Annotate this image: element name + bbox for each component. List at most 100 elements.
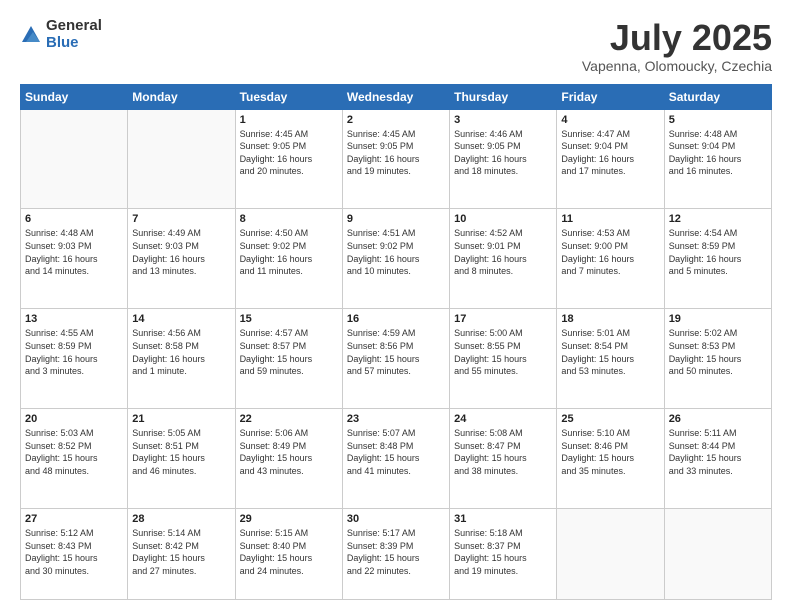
calendar-cell: 18 Sunrise: 5:01 AM Sunset: 8:54 PM Dayli… (557, 309, 664, 409)
cell-day-number: 4 (561, 114, 659, 126)
calendar-cell: 26 Sunrise: 5:11 AM Sunset: 8:44 PM Dayli… (664, 409, 771, 509)
cell-info: Sunrise: 5:03 AM Sunset: 8:52 PM Dayligh… (25, 427, 123, 477)
cell-info: Sunrise: 4:49 AM Sunset: 9:03 PM Dayligh… (132, 227, 230, 277)
calendar-cell: 31 Sunrise: 5:18 AM Sunset: 8:37 PM Dayli… (450, 509, 557, 600)
calendar-cell: 27 Sunrise: 5:12 AM Sunset: 8:43 PM Dayli… (21, 509, 128, 600)
cell-info: Sunrise: 4:48 AM Sunset: 9:04 PM Dayligh… (669, 128, 767, 178)
cell-day-number: 5 (669, 114, 767, 126)
cell-day-number: 28 (132, 513, 230, 525)
cell-day-number: 8 (240, 213, 338, 225)
cell-info: Sunrise: 5:14 AM Sunset: 8:42 PM Dayligh… (132, 527, 230, 577)
cell-day-number: 20 (25, 413, 123, 425)
cell-info: Sunrise: 4:51 AM Sunset: 9:02 PM Dayligh… (347, 227, 445, 277)
cell-info: Sunrise: 5:12 AM Sunset: 8:43 PM Dayligh… (25, 527, 123, 577)
cell-day-number: 17 (454, 313, 552, 325)
calendar-table: SundayMondayTuesdayWednesdayThursdayFrid… (20, 84, 772, 600)
cell-info: Sunrise: 4:57 AM Sunset: 8:57 PM Dayligh… (240, 327, 338, 377)
cell-day-number: 21 (132, 413, 230, 425)
cell-info: Sunrise: 4:50 AM Sunset: 9:02 PM Dayligh… (240, 227, 338, 277)
header: General Blue July 2025 Vapenna, Olomouck… (20, 18, 772, 74)
weekday-header-monday: Monday (128, 84, 235, 109)
calendar-cell: 28 Sunrise: 5:14 AM Sunset: 8:42 PM Dayli… (128, 509, 235, 600)
calendar-cell: 10 Sunrise: 4:52 AM Sunset: 9:01 PM Dayli… (450, 209, 557, 309)
cell-day-number: 29 (240, 513, 338, 525)
calendar-cell: 20 Sunrise: 5:03 AM Sunset: 8:52 PM Dayli… (21, 409, 128, 509)
calendar-cell: 3 Sunrise: 4:46 AM Sunset: 9:05 PM Daylig… (450, 109, 557, 209)
cell-day-number: 15 (240, 313, 338, 325)
cell-info: Sunrise: 4:52 AM Sunset: 9:01 PM Dayligh… (454, 227, 552, 277)
cell-info: Sunrise: 4:46 AM Sunset: 9:05 PM Dayligh… (454, 128, 552, 178)
calendar-cell: 15 Sunrise: 4:57 AM Sunset: 8:57 PM Dayli… (235, 309, 342, 409)
calendar-cell: 16Sunrise: 4:59 AM Sunset: 8:56 PM Dayli… (342, 309, 449, 409)
calendar-cell (664, 509, 771, 600)
calendar-cell: 22 Sunrise: 5:06 AM Sunset: 8:49 PM Dayli… (235, 409, 342, 509)
cell-day-number: 25 (561, 413, 659, 425)
cell-day-number: 16 (347, 313, 445, 325)
cell-info: Sunrise: 5:05 AM Sunset: 8:51 PM Dayligh… (132, 427, 230, 477)
cell-day-number: 2 (347, 114, 445, 126)
location-subtitle: Vapenna, Olomoucky, Czechia (582, 58, 772, 74)
cell-info: Sunrise: 5:15 AM Sunset: 8:40 PM Dayligh… (240, 527, 338, 577)
cell-info: Sunrise: 5:07 AM Sunset: 8:48 PM Dayligh… (347, 427, 445, 477)
cell-info: Sunrise: 5:08 AM Sunset: 8:47 PM Dayligh… (454, 427, 552, 477)
cell-info: Sunrise: 5:10 AM Sunset: 8:46 PM Dayligh… (561, 427, 659, 477)
cell-day-number: 11 (561, 213, 659, 225)
weekday-header-saturday: Saturday (664, 84, 771, 109)
calendar-cell: 11Sunrise: 4:53 AM Sunset: 9:00 PM Dayli… (557, 209, 664, 309)
cell-info: Sunrise: 5:01 AM Sunset: 8:54 PM Dayligh… (561, 327, 659, 377)
weekday-header-sunday: Sunday (21, 84, 128, 109)
calendar-cell: 21 Sunrise: 5:05 AM Sunset: 8:51 PM Dayli… (128, 409, 235, 509)
cell-info: Sunrise: 4:54 AM Sunset: 8:59 PM Dayligh… (669, 227, 767, 277)
cell-info: Sunrise: 5:18 AM Sunset: 8:37 PM Dayligh… (454, 527, 552, 577)
title-block: July 2025 Vapenna, Olomoucky, Czechia (582, 18, 772, 74)
weekday-header-friday: Friday (557, 84, 664, 109)
cell-info: Sunrise: 5:00 AM Sunset: 8:55 PM Dayligh… (454, 327, 552, 377)
logo-blue: Blue (46, 35, 102, 52)
cell-info: Sunrise: 4:48 AM Sunset: 9:03 PM Dayligh… (25, 227, 123, 277)
cell-info: Sunrise: 4:55 AM Sunset: 8:59 PM Dayligh… (25, 327, 123, 377)
cell-info: Sunrise: 4:45 AM Sunset: 9:05 PM Dayligh… (240, 128, 338, 178)
calendar-cell: 4 Sunrise: 4:47 AM Sunset: 9:04 PM Daylig… (557, 109, 664, 209)
calendar-cell: 25 Sunrise: 5:10 AM Sunset: 8:46 PM Dayli… (557, 409, 664, 509)
cell-day-number: 22 (240, 413, 338, 425)
cell-day-number: 12 (669, 213, 767, 225)
cell-info: Sunrise: 5:06 AM Sunset: 8:49 PM Dayligh… (240, 427, 338, 477)
weekday-header-tuesday: Tuesday (235, 84, 342, 109)
cell-day-number: 26 (669, 413, 767, 425)
cell-day-number: 30 (347, 513, 445, 525)
calendar-cell (557, 509, 664, 600)
logo-icon (20, 24, 42, 46)
cell-day-number: 31 (454, 513, 552, 525)
calendar-cell: 2 Sunrise: 4:45 AM Sunset: 9:05 PM Daylig… (342, 109, 449, 209)
calendar-cell: 17 Sunrise: 5:00 AM Sunset: 8:55 PM Dayli… (450, 309, 557, 409)
month-title: July 2025 (582, 18, 772, 58)
calendar-cell: 6 Sunrise: 4:48 AM Sunset: 9:03 PM Daylig… (21, 209, 128, 309)
cell-day-number: 10 (454, 213, 552, 225)
calendar-cell: 24 Sunrise: 5:08 AM Sunset: 8:47 PM Dayli… (450, 409, 557, 509)
cell-day-number: 23 (347, 413, 445, 425)
cell-info: Sunrise: 5:11 AM Sunset: 8:44 PM Dayligh… (669, 427, 767, 477)
cell-day-number: 18 (561, 313, 659, 325)
cell-info: Sunrise: 4:45 AM Sunset: 9:05 PM Dayligh… (347, 128, 445, 178)
calendar-cell (21, 109, 128, 209)
cell-day-number: 27 (25, 513, 123, 525)
weekday-header-wednesday: Wednesday (342, 84, 449, 109)
calendar-cell: 23 Sunrise: 5:07 AM Sunset: 8:48 PM Dayli… (342, 409, 449, 509)
calendar-cell: 9Sunrise: 4:51 AM Sunset: 9:02 PM Daylig… (342, 209, 449, 309)
calendar-cell: 8 Sunrise: 4:50 AM Sunset: 9:02 PM Daylig… (235, 209, 342, 309)
calendar-cell (128, 109, 235, 209)
cell-day-number: 7 (132, 213, 230, 225)
weekday-header-thursday: Thursday (450, 84, 557, 109)
cell-day-number: 24 (454, 413, 552, 425)
calendar-cell: 30 Sunrise: 5:17 AM Sunset: 8:39 PM Dayli… (342, 509, 449, 600)
cell-day-number: 13 (25, 313, 123, 325)
cell-info: Sunrise: 5:17 AM Sunset: 8:39 PM Dayligh… (347, 527, 445, 577)
cell-day-number: 14 (132, 313, 230, 325)
cell-day-number: 6 (25, 213, 123, 225)
cell-day-number: 3 (454, 114, 552, 126)
cell-info: Sunrise: 4:47 AM Sunset: 9:04 PM Dayligh… (561, 128, 659, 178)
cell-info: Sunrise: 4:56 AM Sunset: 8:58 PM Dayligh… (132, 327, 230, 377)
calendar-cell: 19Sunrise: 5:02 AM Sunset: 8:53 PM Dayli… (664, 309, 771, 409)
logo: General Blue (20, 18, 102, 51)
calendar-cell: 29 Sunrise: 5:15 AM Sunset: 8:40 PM Dayli… (235, 509, 342, 600)
